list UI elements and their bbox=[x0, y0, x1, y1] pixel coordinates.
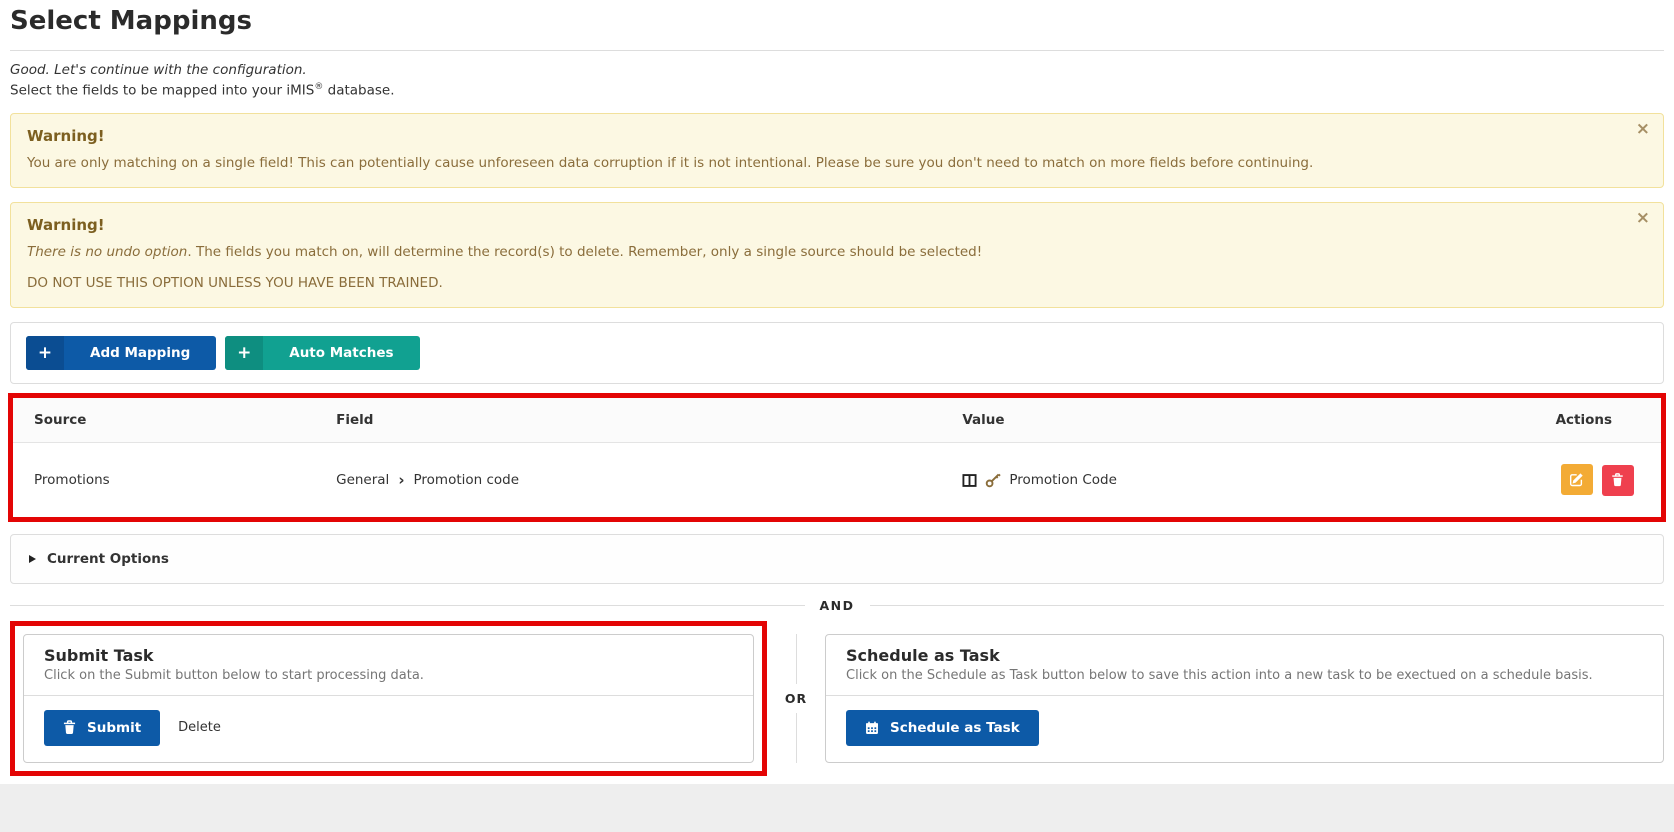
mapping-toolbar: + Add Mapping + Auto Matches bbox=[10, 322, 1664, 384]
schedule-task-title: Schedule as Task bbox=[846, 646, 1643, 665]
edit-mapping-button[interactable] bbox=[1561, 464, 1593, 495]
current-options-label: Current Options bbox=[47, 551, 169, 567]
source-cell: Promotions bbox=[13, 443, 326, 517]
column-header-field: Field bbox=[326, 398, 952, 443]
and-divider-label: AND bbox=[820, 598, 855, 613]
schedule-task-panel: Schedule as Task Click on the Schedule a… bbox=[825, 634, 1664, 763]
warning-alert-no-undo: × Warning! There is no undo option. The … bbox=[10, 202, 1664, 309]
task-action-type-label: Delete bbox=[178, 720, 221, 735]
calendar-icon bbox=[865, 721, 879, 735]
submit-task-description: Click on the Submit button below to star… bbox=[44, 668, 733, 683]
plus-icon: + bbox=[225, 336, 263, 370]
warning-text-line2: DO NOT USE THIS OPTION UNLESS YOU HAVE B… bbox=[27, 273, 1629, 293]
add-mapping-label: Add Mapping bbox=[64, 336, 216, 370]
warning-text: You are only matching on a single field!… bbox=[27, 153, 1629, 173]
edit-icon bbox=[1569, 472, 1584, 487]
caret-right-icon bbox=[29, 555, 36, 563]
intro-text: Good. Let's continue with the configurat… bbox=[10, 61, 1664, 101]
or-divider: OR bbox=[767, 621, 825, 776]
submit-button-label: Submit bbox=[87, 720, 141, 736]
or-divider-label: OR bbox=[785, 691, 807, 706]
table-columns-icon bbox=[962, 473, 977, 488]
page-title: Select Mappings bbox=[10, 4, 1664, 51]
submit-button[interactable]: Submit bbox=[44, 710, 160, 746]
intro-line-1: Good. Let's continue with the configurat… bbox=[10, 61, 1664, 81]
table-row: Promotions General › Promotion code Prom… bbox=[13, 443, 1661, 517]
key-icon bbox=[985, 472, 1001, 488]
trash-icon bbox=[1611, 473, 1624, 487]
column-header-source: Source bbox=[13, 398, 326, 443]
value-cell: Promotion Code bbox=[952, 443, 1545, 517]
auto-matches-button[interactable]: + Auto Matches bbox=[225, 336, 419, 370]
intro-line-2: Select the fields to be mapped into your… bbox=[10, 81, 1664, 101]
schedule-task-description: Click on the Schedule as Task button bel… bbox=[846, 668, 1643, 683]
auto-matches-label: Auto Matches bbox=[263, 336, 419, 370]
warning-heading: Warning! bbox=[27, 127, 1629, 145]
select-mappings-page: Select Mappings Good. Let's continue wit… bbox=[0, 0, 1674, 776]
close-icon[interactable]: × bbox=[1636, 210, 1650, 227]
trash-icon bbox=[63, 720, 76, 735]
registered-mark: ® bbox=[314, 82, 323, 92]
field-cell: General › Promotion code bbox=[326, 443, 952, 517]
current-options-toggle[interactable]: Current Options bbox=[10, 534, 1664, 584]
schedule-as-task-button-label: Schedule as Task bbox=[890, 720, 1020, 736]
field-name: Promotion code bbox=[414, 472, 520, 488]
and-divider: AND bbox=[10, 598, 1664, 613]
column-header-actions: Actions bbox=[1546, 398, 1661, 443]
plus-icon: + bbox=[26, 336, 64, 370]
task-options-row: Submit Task Click on the Submit button b… bbox=[10, 621, 1664, 776]
value-label: Promotion Code bbox=[1009, 472, 1117, 488]
table-header-row: Source Field Value Actions bbox=[13, 398, 1661, 443]
warning-heading: Warning! bbox=[27, 216, 1629, 234]
warning-alert-single-field: × Warning! You are only matching on a si… bbox=[10, 113, 1664, 188]
add-mapping-button[interactable]: + Add Mapping bbox=[26, 336, 216, 370]
page-footer-area bbox=[0, 784, 1674, 832]
schedule-as-task-button[interactable]: Schedule as Task bbox=[846, 710, 1039, 746]
chevron-right-icon: › bbox=[398, 473, 404, 488]
field-group: General bbox=[336, 472, 389, 488]
column-header-value: Value bbox=[952, 398, 1545, 443]
close-icon[interactable]: × bbox=[1636, 121, 1650, 138]
annotation-highlight-mappings-table: Source Field Value Actions Promotions Ge… bbox=[8, 393, 1666, 522]
submit-task-title: Submit Task bbox=[44, 646, 733, 665]
annotation-highlight-submit-panel: Submit Task Click on the Submit button b… bbox=[10, 621, 767, 776]
warning-text: There is no undo option. The fields you … bbox=[27, 242, 1629, 262]
actions-cell bbox=[1546, 443, 1661, 517]
mappings-table: Source Field Value Actions Promotions Ge… bbox=[13, 398, 1661, 517]
delete-mapping-button[interactable] bbox=[1602, 465, 1634, 496]
submit-task-panel: Submit Task Click on the Submit button b… bbox=[23, 634, 754, 763]
